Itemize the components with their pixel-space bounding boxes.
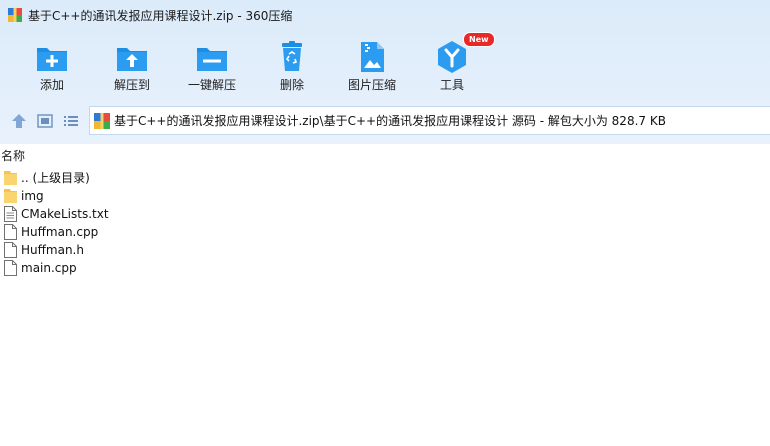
list-item-img[interactable]: img	[0, 187, 770, 205]
view-icon[interactable]	[36, 112, 54, 130]
new-badge: New	[463, 32, 495, 47]
file-icon	[4, 224, 17, 240]
add-icon	[37, 48, 67, 71]
tools-icon	[438, 41, 466, 73]
app-window: 基于C++的通讯发报应用课程设计.zip - 360压缩 添加 解压到 一键解压…	[0, 0, 770, 446]
navigation-bar: 基于C++的通讯发报应用课程设计.zip\基于C++的通讯发报应用课程设计 源码…	[0, 104, 770, 138]
title-bar: 基于C++的通讯发报应用课程设计.zip - 360压缩	[0, 0, 770, 32]
image-compress-button[interactable]: 图片压缩	[327, 36, 417, 98]
tools-label: 工具	[439, 78, 464, 92]
recycle-bin-icon	[282, 41, 302, 71]
column-name-header[interactable]: 名称	[1, 148, 25, 164]
extract-to-label: 解压到	[113, 78, 150, 92]
one-click-extract-button[interactable]: 一键解压	[167, 36, 257, 98]
column-header: 名称	[0, 146, 770, 166]
file-icon	[4, 260, 17, 276]
file-name: CMakeLists.txt	[21, 207, 109, 221]
list-icon[interactable]	[62, 112, 80, 130]
add-button[interactable]: 添加	[7, 36, 97, 98]
address-bar[interactable]: 基于C++的通讯发报应用课程设计.zip\基于C++的通讯发报应用课程设计 源码…	[89, 106, 770, 135]
list-item-parent-dir[interactable]: .. (上级目录)	[0, 169, 770, 187]
window-title: 基于C++的通讯发报应用课程设计.zip - 360压缩	[28, 9, 293, 23]
address-path: 基于C++的通讯发报应用课程设计.zip\基于C++的通讯发报应用课程设计 源码…	[114, 114, 666, 128]
file-icon	[4, 242, 17, 258]
archive-icon	[8, 8, 22, 22]
list-item-huffman-h[interactable]: Huffman.h	[0, 241, 770, 259]
folder-icon	[4, 171, 17, 185]
file-name: img	[21, 189, 44, 203]
delete-button[interactable]: 删除	[247, 36, 337, 98]
tools-button[interactable]: 工具 New	[407, 32, 497, 98]
file-name: main.cpp	[21, 261, 77, 275]
file-name: Huffman.cpp	[21, 225, 99, 239]
extract-to-button[interactable]: 解压到	[87, 36, 177, 98]
add-label: 添加	[39, 78, 64, 92]
list-item-cmakelists[interactable]: CMakeLists.txt	[0, 205, 770, 223]
extract-to-icon	[117, 48, 147, 71]
list-item-main-cpp[interactable]: main.cpp	[0, 259, 770, 277]
image-compress-label: 图片压缩	[347, 78, 396, 92]
delete-label: 删除	[279, 78, 304, 92]
image-compress-icon	[361, 42, 384, 72]
file-name: .. (上级目录)	[21, 171, 90, 185]
archive-icon	[94, 113, 110, 129]
text-file-icon	[4, 206, 17, 222]
one-click-extract-label: 一键解压	[187, 78, 236, 92]
list-item-huffman-cpp[interactable]: Huffman.cpp	[0, 223, 770, 241]
one-click-extract-icon	[197, 48, 227, 71]
up-icon[interactable]	[10, 112, 28, 130]
file-list: .. (上级目录) img CMakeLists.txt Huffman.cpp…	[0, 169, 770, 277]
top-area: 基于C++的通讯发报应用课程设计.zip - 360压缩 添加 解压到 一键解压…	[0, 0, 770, 144]
file-name: Huffman.h	[21, 243, 84, 257]
toolbar: 添加 解压到 一键解压 删除 图片压缩 工具 New	[0, 32, 770, 98]
folder-icon	[4, 189, 17, 203]
